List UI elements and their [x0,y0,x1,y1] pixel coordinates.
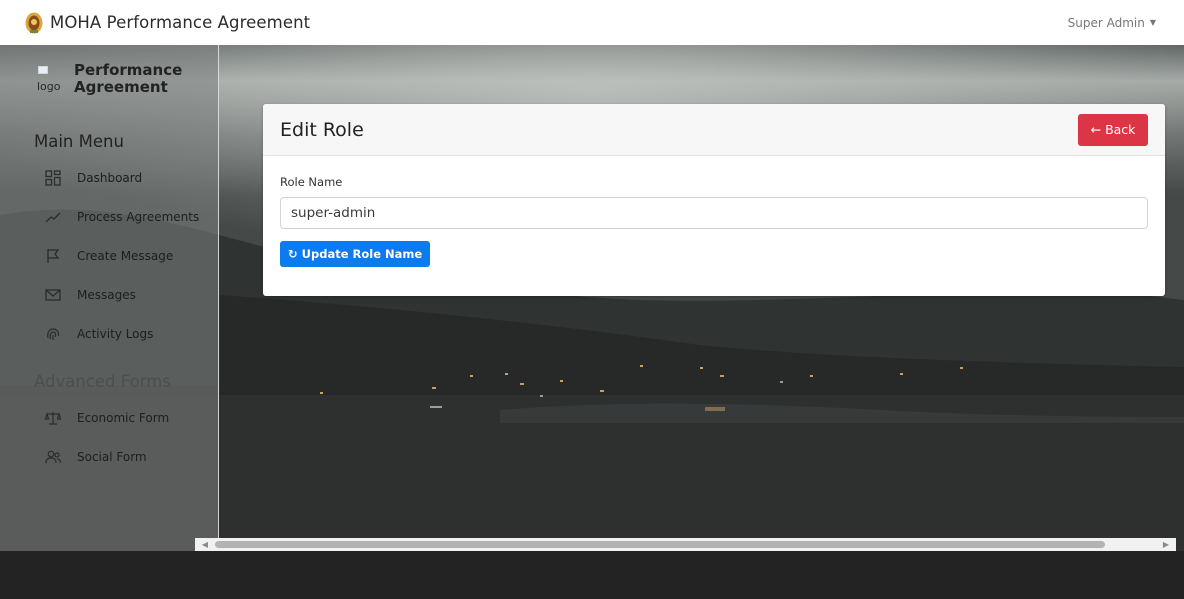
logo-image: logo [36,62,64,93]
update-button-label: Update Role Name [301,247,423,261]
sidebar-brand-text: Performance Agreement [74,61,183,96]
sidebar-item-create-message[interactable]: Create Message [44,247,173,265]
app-title: MOHA Performance Agreement [50,13,311,32]
footer-band [0,551,1184,599]
trend-line-icon [44,208,62,226]
advanced-forms-heading: Advanced Forms [34,372,171,391]
arrow-left-icon: ← [1090,122,1102,137]
users-icon [44,448,62,466]
edit-role-card: Edit Role ← Back Role Name ↻ Update Role… [263,104,1165,296]
emblem-icon [24,11,44,35]
top-navbar: MOHA Performance Agreement Super Admin ▼ [0,0,1184,45]
sidebar-item-label: Create Message [77,249,174,263]
sidebar-item-label: Economic Form [77,411,170,425]
page-title: Edit Role [280,118,364,141]
scroll-right-arrow-icon[interactable]: ▶ [1158,538,1174,551]
logo-alt-text: logo [37,80,61,93]
main-menu-heading: Main Menu [34,132,124,151]
scrollbar-thumb[interactable] [215,541,1105,548]
sidebar-item-dashboard[interactable]: Dashboard [44,169,142,187]
sidebar-brand[interactable]: logo Performance Agreement [36,62,184,96]
envelope-icon [44,286,62,304]
sidebar-item-process-agreements[interactable]: Process Agreements [44,208,199,226]
refresh-icon: ↻ [288,247,298,261]
caret-down-icon: ▼ [1149,18,1156,27]
user-menu-dropdown[interactable]: Super Admin ▼ [1068,16,1156,30]
sidebar-item-messages[interactable]: Messages [44,286,136,304]
role-name-input[interactable] [280,197,1148,229]
sidebar: logo Performance Agreement Main Menu Das… [0,45,219,551]
card-header: Edit Role ← Back [263,104,1165,156]
broken-image-icon [38,66,48,74]
sidebar-item-social-form[interactable]: Social Form [44,448,147,466]
sidebar-item-activity-logs[interactable]: Activity Logs [44,325,153,343]
back-button-label: Back [1105,122,1136,137]
sidebar-item-label: Social Form [77,450,147,464]
back-button[interactable]: ← Back [1078,113,1148,146]
fingerprint-icon [44,325,62,343]
sidebar-item-label: Process Agreements [77,210,200,224]
flag-icon [44,247,62,265]
sidebar-item-label: Messages [77,288,136,302]
dashboard-grid-icon [44,169,62,187]
sidebar-item-label: Dashboard [77,171,143,185]
sidebar-item-economic-form[interactable]: Economic Form [44,409,169,427]
scale-icon [44,409,62,427]
card-body: Role Name ↻ Update Role Name [263,156,1165,284]
sidebar-item-label: Activity Logs [77,327,154,341]
brand[interactable]: MOHA Performance Agreement [24,11,310,35]
update-role-name-button[interactable]: ↻ Update Role Name [280,241,431,267]
user-name: Super Admin [1067,15,1145,30]
horizontal-scrollbar[interactable]: ◀ ▶ [195,538,1176,551]
scroll-left-arrow-icon[interactable]: ◀ [197,538,213,551]
role-name-label: Role Name [280,175,343,189]
